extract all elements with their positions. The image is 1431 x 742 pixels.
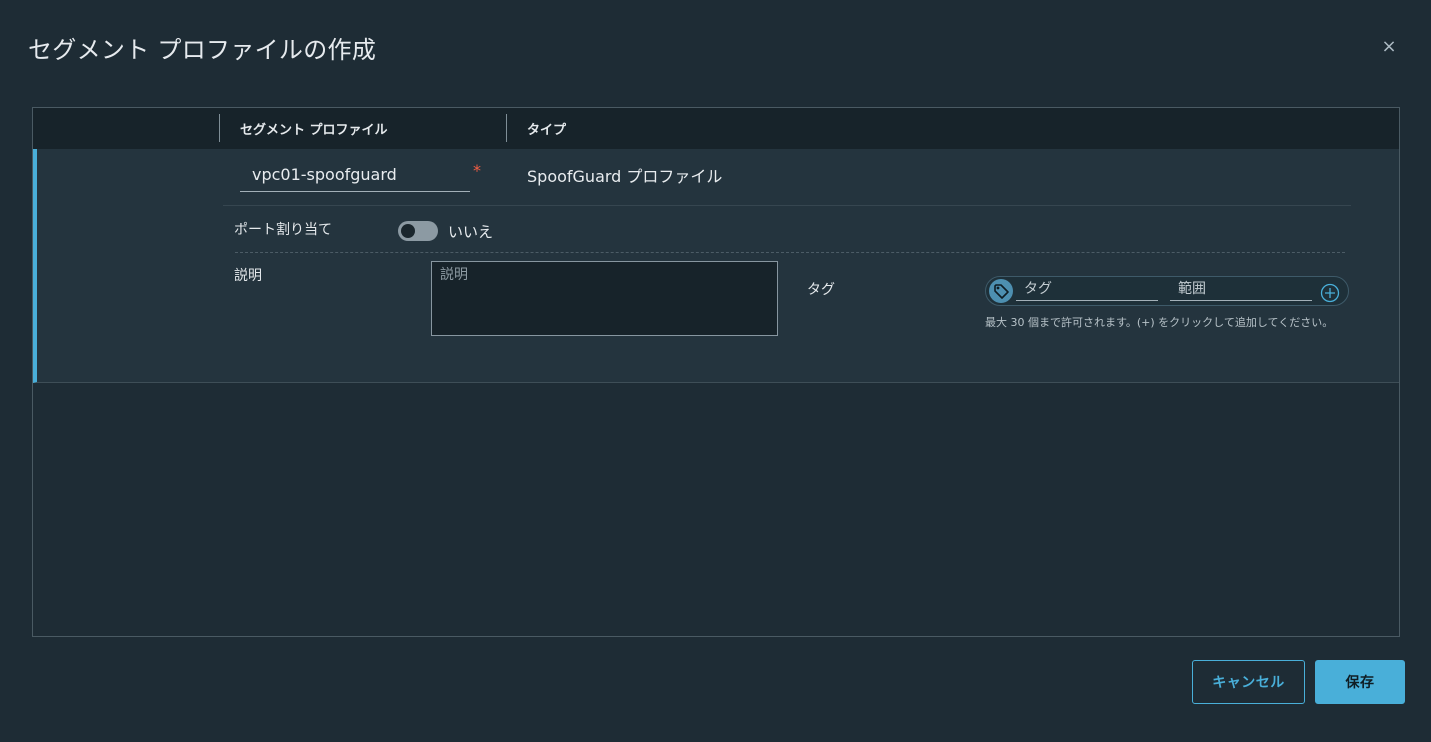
profile-name-input[interactable]	[252, 165, 462, 184]
save-button[interactable]: 保存	[1315, 660, 1405, 704]
scope-input[interactable]	[1170, 277, 1312, 301]
description-label: 説明	[234, 268, 262, 284]
tag-icon	[989, 279, 1013, 303]
grid-header: セグメント プロファイル タイプ	[33, 108, 1399, 150]
grid-row-expanded: * SpoofGuard プロファイル ポート割り当て いいえ 説明 タグ	[33, 149, 1399, 383]
column-separator	[219, 114, 220, 142]
tag-entry	[985, 276, 1349, 306]
dialog-title: セグメント プロファイルの作成	[28, 36, 377, 64]
required-marker: *	[473, 161, 481, 180]
column-header-type: タイプ	[527, 123, 567, 138]
profile-grid: セグメント プロファイル タイプ * SpoofGuard プロファイル ポート…	[32, 107, 1400, 637]
port-binding-toggle-state: いいえ	[448, 223, 494, 241]
profile-type-value: SpoofGuard プロファイル	[527, 167, 723, 186]
column-separator[interactable]	[506, 114, 507, 142]
column-header-segment-profile: セグメント プロファイル	[240, 123, 388, 138]
toggle-knob	[401, 224, 415, 238]
create-segment-profile-dialog: セグメント プロファイルの作成 × セグメント プロファイル タイプ * Spo…	[0, 0, 1431, 742]
profile-name-field[interactable]	[240, 161, 470, 192]
tag-input[interactable]	[1016, 277, 1158, 301]
tags-label: タグ	[807, 282, 835, 298]
dashed-divider	[235, 252, 1345, 253]
cancel-button[interactable]: キャンセル	[1192, 660, 1305, 704]
port-binding-label: ポート割り当て	[234, 222, 332, 238]
close-icon[interactable]: ×	[1378, 36, 1400, 58]
port-binding-toggle[interactable]	[398, 221, 438, 241]
row-divider	[223, 205, 1351, 206]
description-textarea[interactable]	[431, 261, 778, 336]
tag-help-text: 最大 30 個まで許可されます。(+) をクリックして追加してください。	[985, 316, 1334, 329]
add-tag-icon[interactable]	[1320, 283, 1340, 303]
